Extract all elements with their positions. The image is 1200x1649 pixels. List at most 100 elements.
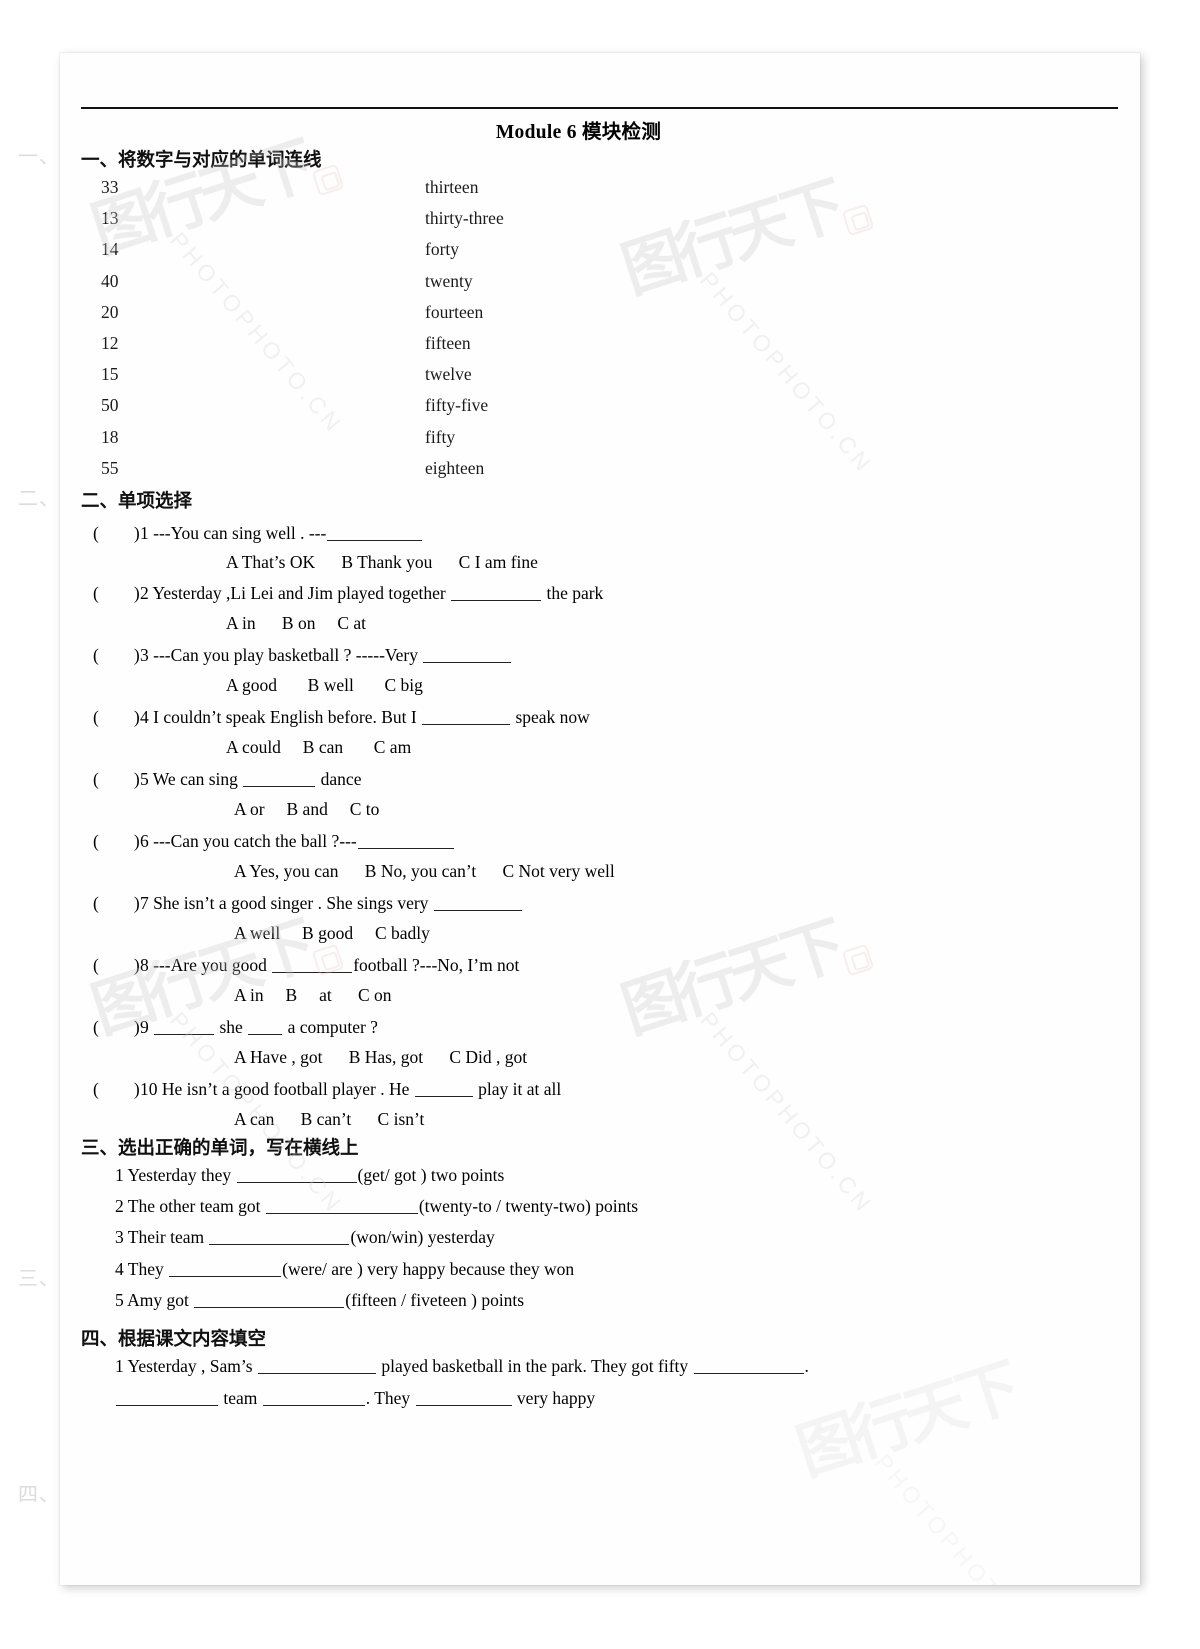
question-options[interactable]: A Yes, you can B No, you can’t C Not ver… <box>234 861 615 882</box>
fill-blank-item: 5 Amy got (fifteen / fiveteen ) points <box>115 1290 524 1311</box>
question-options[interactable]: A That’s OK B Thank you C I am fine <box>226 552 538 573</box>
static-text: the park <box>542 583 604 603</box>
question-options[interactable]: A in B on C at <box>226 613 366 634</box>
match-number[interactable]: 14 <box>101 239 119 260</box>
match-number[interactable]: 50 <box>101 395 119 416</box>
answer-bracket[interactable]: ( ) <box>93 645 140 666</box>
match-number[interactable]: 33 <box>101 177 119 198</box>
question-options[interactable]: A Have , got B Has, got C Did , got <box>234 1047 527 1068</box>
question-stem: 9 she a computer ? <box>140 1017 378 1038</box>
static-text: 6 ---Can you catch the ball ?--- <box>140 831 357 851</box>
question-options[interactable]: A well B good C badly <box>234 923 430 944</box>
answer-bracket[interactable]: ( ) <box>93 707 140 728</box>
page-title: Module 6 模块检测 <box>495 122 662 143</box>
section-4-heading: 四、根据课文内容填空 <box>81 1329 267 1350</box>
static-text: 1 ---You can sing well . --- <box>140 523 327 543</box>
document-page: Module 6 模块检测 一、将数字与对应的单词连线 33 13 14 40 20 12… <box>60 53 1140 1585</box>
answer-blank[interactable] <box>433 894 522 911</box>
answer-blank[interactable] <box>272 956 353 973</box>
static-text: . <box>804 1356 809 1376</box>
section-1-heading: 一、将数字与对应的单词连线 <box>81 150 322 171</box>
match-word[interactable]: twelve <box>425 364 472 385</box>
answer-blank[interactable] <box>357 832 454 849</box>
answer-blank[interactable] <box>327 524 423 541</box>
static-text: 8 ---Are you good <box>140 955 272 975</box>
static-text: (were/ are ) very happy because they won <box>282 1258 575 1279</box>
answer-blank[interactable] <box>265 1197 418 1215</box>
watermark-seal-icon <box>841 943 875 977</box>
answer-blank[interactable] <box>422 708 511 725</box>
match-word[interactable]: twenty <box>425 271 473 292</box>
match-number[interactable]: 13 <box>101 208 119 229</box>
match-number[interactable]: 12 <box>101 333 119 354</box>
static-text: a computer ? <box>283 1017 378 1037</box>
static-text: 7 She isn’t a good singer . She sings ve… <box>140 893 433 913</box>
answer-blank[interactable] <box>257 1357 376 1374</box>
question-stem: 2 Yesterday ,Li Lei and Jim played toget… <box>140 583 603 604</box>
answer-blank[interactable] <box>262 1389 365 1406</box>
watermark: 图行天下 PHOTOPHOTO.CN <box>83 128 365 438</box>
static-text: speak now <box>511 707 590 727</box>
question-stem: 1 ---You can sing well . --- <box>140 523 423 544</box>
answer-blank[interactable] <box>169 1259 282 1277</box>
fill-blank-item: 4 They (were/ are ) very happy because t… <box>115 1259 574 1280</box>
question-options[interactable]: A can B can’t C isn’t <box>234 1109 424 1130</box>
answer-bracket[interactable]: ( ) <box>93 769 140 790</box>
question-options[interactable]: A or B and C to <box>234 799 379 820</box>
match-number[interactable]: 40 <box>101 271 119 292</box>
answer-blank[interactable] <box>154 1018 215 1035</box>
answer-bracket[interactable]: ( ) <box>93 893 140 914</box>
static-text: 2 The other team got <box>115 1196 265 1217</box>
answer-bracket[interactable]: ( ) <box>93 583 140 604</box>
answer-blank[interactable] <box>243 770 316 787</box>
answer-blank[interactable] <box>236 1166 357 1183</box>
static-text: play it at all <box>473 1079 562 1099</box>
match-number[interactable]: 15 <box>101 364 119 385</box>
match-number[interactable]: 55 <box>101 458 119 479</box>
static-text: (fifteen / fiveteen ) points <box>345 1289 525 1310</box>
match-word[interactable]: eighteen <box>425 458 484 479</box>
match-number[interactable]: 20 <box>101 302 119 323</box>
watermark-seal-icon <box>841 203 875 237</box>
answer-bracket[interactable]: ( ) <box>93 955 140 976</box>
watermark-cn-text: 图行天下 <box>788 1350 1024 1490</box>
answer-blank[interactable] <box>194 1290 345 1308</box>
match-word[interactable]: fifteen <box>425 333 471 354</box>
watermark: 图行天下 PHOTOPHOTO.CN <box>613 168 895 478</box>
answer-bracket[interactable]: ( ) <box>93 1017 140 1038</box>
answer-blank[interactable] <box>248 1018 283 1035</box>
static-text: 9 <box>140 1017 154 1037</box>
answer-blank[interactable] <box>116 1389 218 1406</box>
match-word[interactable]: fifty <box>425 427 455 448</box>
match-word[interactable]: fifty-five <box>425 395 488 416</box>
question-options[interactable]: A good B well C big <box>226 675 423 696</box>
match-number[interactable]: 18 <box>101 427 119 448</box>
answer-bracket[interactable]: ( ) <box>93 831 140 852</box>
static-text: . They <box>365 1388 415 1408</box>
answer-blank[interactable] <box>209 1228 350 1246</box>
gutter-ghost-4: 四、 <box>18 1482 60 1506</box>
section-2-heading: 二、单项选择 <box>81 491 193 512</box>
static-text: (twenty-to / twenty-two) points <box>418 1196 639 1217</box>
question-options[interactable]: A in B at C on <box>234 985 392 1006</box>
answer-bracket[interactable]: ( ) <box>93 523 140 544</box>
answer-blank[interactable] <box>451 584 542 601</box>
gutter-ghost-3: 三、 <box>18 1266 60 1290</box>
match-word[interactable]: thirteen <box>425 177 478 198</box>
answer-blank[interactable] <box>423 646 512 663</box>
answer-bracket[interactable]: ( ) <box>93 1079 140 1100</box>
watermark-cn-text: 图行天下 <box>613 168 849 308</box>
question-options[interactable]: A could B can C am <box>226 737 411 758</box>
match-word[interactable]: thirty-three <box>425 208 504 229</box>
watermark-cn-text: 图行天下 <box>613 908 849 1048</box>
watermark-latin-text: PHOTOPHOTO.CN <box>695 267 879 479</box>
match-word[interactable]: forty <box>425 239 459 260</box>
question-stem: 5 We can sing dance <box>140 769 361 790</box>
answer-blank[interactable] <box>415 1389 512 1406</box>
title-rule <box>81 107 1118 109</box>
answer-blank[interactable] <box>414 1080 473 1097</box>
static-text: 3 ---Can you play basketball ? -----Very <box>140 645 423 665</box>
answer-blank[interactable] <box>693 1357 804 1374</box>
static-text: 3 Their team <box>115 1227 209 1248</box>
match-word[interactable]: fourteen <box>425 302 483 323</box>
